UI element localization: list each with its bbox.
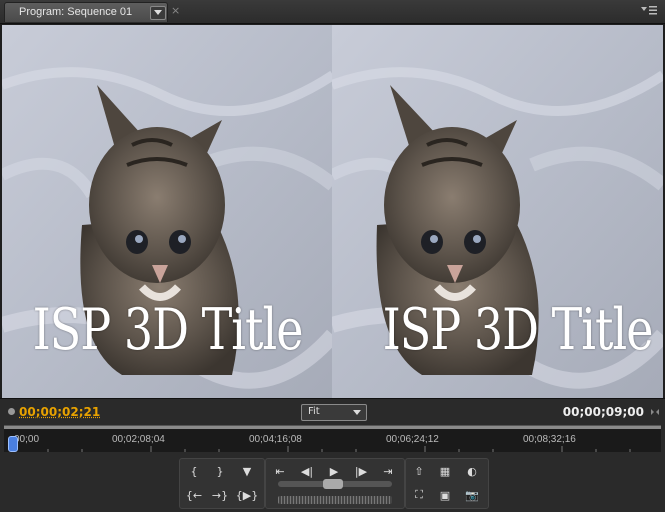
trim-monitor-button[interactable]: ⛶ bbox=[408, 486, 430, 504]
left-eye-frame: ISP 3D Title bbox=[2, 25, 333, 398]
3d-title-text-right: ISP 3D Title bbox=[352, 295, 663, 363]
tab-title: Program: Sequence 01 bbox=[19, 6, 132, 18]
chevron-down-icon bbox=[353, 410, 361, 415]
add-marker-button[interactable]: ▼ bbox=[236, 462, 258, 480]
sequence-dropdown[interactable] bbox=[150, 6, 166, 20]
ruler-label: 00;02;08;04 bbox=[112, 434, 165, 445]
duration-timecode[interactable]: 00;00;09;00 bbox=[563, 405, 644, 419]
shuttle-knob[interactable] bbox=[323, 479, 343, 489]
work-area-bar[interactable] bbox=[4, 426, 661, 429]
chevron-down-icon bbox=[154, 10, 162, 15]
time-ruler[interactable]: 00;00 00;02;08;04 00;04;16;08 00;06;24;1… bbox=[4, 425, 661, 452]
ruler-label: 00;08;32;16 bbox=[523, 434, 576, 445]
expand-icon[interactable] bbox=[651, 409, 659, 415]
step-forward-button[interactable]: |▶ bbox=[350, 462, 372, 480]
go-to-out-button[interactable]: →} bbox=[209, 486, 231, 504]
go-to-next-marker-button[interactable]: ⇥ bbox=[377, 462, 399, 480]
lift-button[interactable]: ⇧ bbox=[408, 462, 430, 480]
ruler-ticks bbox=[4, 446, 661, 452]
monitor-controls: 00;00;02;21 Fit 00;00;09;00 00;00 00;02;… bbox=[0, 398, 665, 512]
play-in-to-out-button[interactable]: {▶} bbox=[236, 486, 258, 504]
panel-tab-bar: Program: Sequence 01 × bbox=[0, 0, 665, 24]
timecode-indicator-icon bbox=[8, 408, 15, 415]
multi-camera-button[interactable]: ▣ bbox=[434, 486, 456, 504]
right-eye-frame: ISP 3D Title bbox=[332, 25, 663, 398]
safe-margins-button[interactable]: ▦ bbox=[434, 462, 456, 480]
go-to-in-button[interactable]: {← bbox=[183, 486, 205, 504]
output-button[interactable]: ◐ bbox=[461, 462, 483, 480]
tab-program-monitor[interactable]: Program: Sequence 01 bbox=[4, 2, 168, 22]
ruler-label: 00;06;24;12 bbox=[386, 434, 439, 445]
shuttle-slider[interactable] bbox=[278, 481, 392, 487]
output-button-group: ⇧ ▦ ◐ ⛶ ▣ 📷 bbox=[405, 458, 489, 509]
zoom-select[interactable]: Fit bbox=[301, 404, 367, 421]
close-icon[interactable]: × bbox=[171, 4, 180, 17]
current-timecode[interactable]: 00;00;02;21 bbox=[19, 405, 100, 419]
panel-menu-icon[interactable] bbox=[641, 5, 657, 15]
zoom-select-value: Fit bbox=[308, 406, 320, 417]
timecode-row: 00;00;02;21 Fit 00;00;09;00 bbox=[0, 399, 665, 426]
jog-disk[interactable] bbox=[278, 496, 392, 504]
playhead-handle[interactable] bbox=[8, 436, 18, 452]
mark-in-button[interactable]: { bbox=[183, 462, 205, 480]
ruler-label: 00;04;16;08 bbox=[249, 434, 302, 445]
mark-out-button[interactable]: } bbox=[209, 462, 231, 480]
export-frame-button[interactable]: 📷 bbox=[461, 486, 483, 504]
marker-button-group: { } ▼ {← →} {▶} bbox=[179, 458, 265, 509]
go-to-previous-marker-button[interactable]: ⇤ bbox=[269, 462, 291, 480]
program-monitor-viewer[interactable]: ISP 3D Title ISP 3D Title bbox=[2, 25, 663, 398]
play-button[interactable]: ▶ bbox=[323, 462, 345, 480]
3d-title-text-left: ISP 3D Title bbox=[2, 295, 333, 363]
step-back-button[interactable]: ◀| bbox=[296, 462, 318, 480]
